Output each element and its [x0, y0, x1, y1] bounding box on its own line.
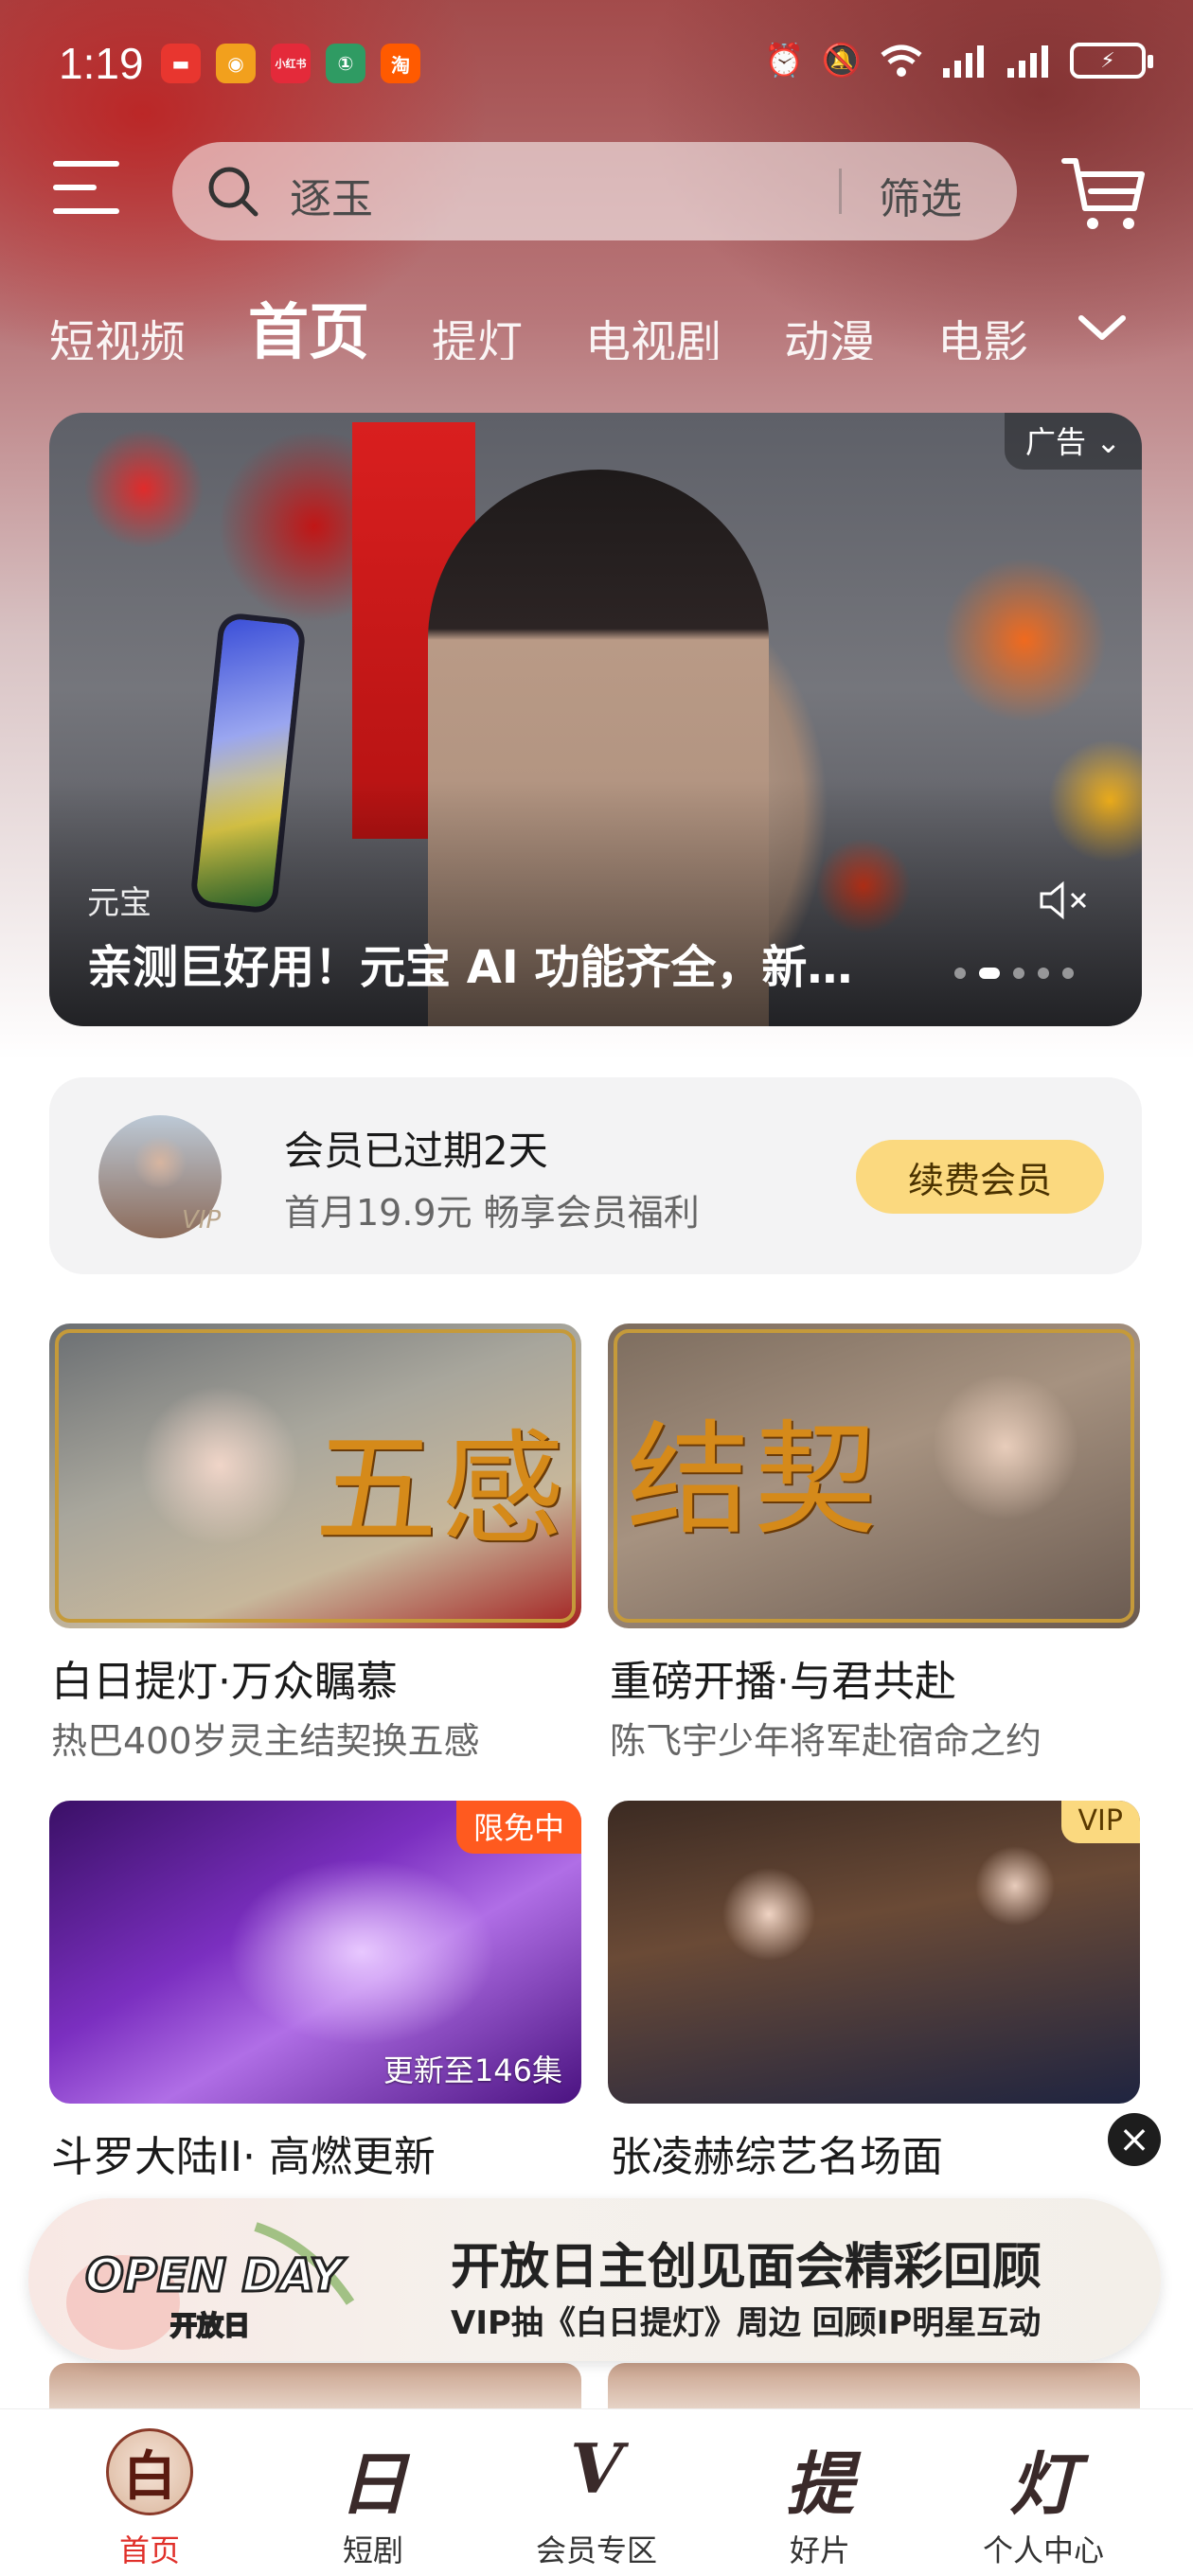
nav-label: 短剧 [342, 2532, 403, 2568]
membership-status: 会员已过期2天 [284, 1128, 548, 1174]
card-title: 斗罗大陆II· 高燃更新 [51, 2133, 436, 2181]
content-card[interactable]: 结契 重磅开播·与君共赴 陈飞宇少年将军赴宿命之约 [608, 1324, 1140, 1762]
promo-banner[interactable]: 广告 ⌄ 元宝 亲测巨好用！元宝 AI 功能齐全，新… [49, 413, 1142, 1026]
green-app-icon: ① [326, 44, 365, 83]
renew-membership-button[interactable]: 续费会员 [856, 1140, 1104, 1214]
card-thumbnail: 五感 [49, 1324, 581, 1628]
status-indicators: ⏰ 🔕 ⚡ [764, 42, 1153, 80]
search-bar[interactable]: 逐玉 筛选 [172, 142, 1017, 240]
card-title: 张凌赫综艺名场面 [610, 2133, 943, 2181]
carousel-dots [954, 968, 1074, 979]
banner-source: 元宝 [87, 884, 151, 922]
nav-label: 个人中心 [982, 2532, 1104, 2568]
tab-tv-series[interactable]: 电视剧 [585, 305, 721, 360]
signal-icon-1 [943, 45, 984, 78]
tab-home[interactable]: 首页 [248, 284, 369, 360]
filter-button[interactable]: 筛选 [879, 165, 962, 225]
vip-badge: VIP [1060, 1801, 1140, 1843]
nav-profile[interactable]: 灯 个人中心 [949, 2409, 1138, 2576]
svg-text:OPEN DAY: OPEN DAY [85, 2249, 347, 2302]
tab-anime[interactable]: 动漫 [784, 305, 875, 360]
open-day-title: 开放日主创见面会精彩回顾 [451, 2239, 1042, 2296]
nav-label: 会员专区 [535, 2532, 657, 2568]
card-thumbnail: 限免中 更新至146集 [49, 1801, 581, 2104]
content-card[interactable]: 限免中 更新至146集 斗罗大陆II· 高燃更新 [49, 1801, 581, 2181]
wifi-icon [881, 44, 922, 77]
nav-vip-zone[interactable]: V 会员专区 [502, 2409, 691, 2576]
episode-info: 更新至146集 [383, 2052, 562, 2088]
vip-mark: VIP [182, 1206, 222, 1235]
nav-label: 首页 [118, 2532, 180, 2568]
ad-label[interactable]: 广告 ⌄ [1005, 413, 1142, 470]
menu-icon[interactable] [53, 161, 119, 214]
weibo-icon: ◉ [216, 44, 256, 83]
search-divider [839, 169, 842, 214]
taobao-icon: 淘 [381, 44, 420, 83]
nav-home[interactable]: 白 首页 [55, 2409, 244, 2576]
card-title: 白日提灯·万众瞩慕 [51, 1658, 398, 1706]
nav-short-drama[interactable]: 日 短剧 [278, 2409, 468, 2576]
alarm-icon: ⏰ [764, 42, 805, 80]
card-art-text: 五感 [314, 1417, 569, 1561]
tab-movie[interactable]: 电影 [937, 305, 1028, 360]
card-art-text: 结契 [627, 1408, 881, 1552]
card-thumbnail: VIP [608, 1801, 1140, 2104]
chevron-down-icon[interactable] [1074, 299, 1131, 356]
content-card[interactable]: 五感 白日提灯·万众瞩慕 热巴400岁灵主结契换五感 [49, 1324, 581, 1762]
card-thumbnail: 结契 [608, 1324, 1140, 1628]
content-card[interactable]: VIP 张凌赫综艺名场面 [608, 1801, 1140, 2181]
close-icon[interactable]: × [1108, 2113, 1161, 2166]
signal-icon-2 [1007, 45, 1048, 78]
open-day-subtitle: VIP抽《白日提灯》周边 回顾IP明星互动 [451, 2304, 1042, 2342]
card-title: 重磅开播·与君共赴 [610, 1658, 956, 1706]
red-app-icon: ▬ [161, 44, 201, 83]
card-thumbnail-partial[interactable] [49, 2363, 581, 2408]
battery-icon: ⚡ [1070, 43, 1153, 79]
card-subtitle: 热巴400岁灵主结契换五感 [51, 1720, 480, 1762]
search-icon [208, 167, 258, 217]
category-tabs: 短视频 首页 提灯 电视剧 动漫 电影 [49, 284, 1053, 360]
membership-card[interactable]: VIP 会员已过期2天 首月19.9元 畅享会员福利 续费会员 [49, 1077, 1142, 1274]
card-subtitle: 陈飞宇少年将军赴宿命之约 [610, 1720, 1042, 1762]
good-films-icon: 提 [785, 2443, 854, 2524]
tab-tideng[interactable]: 提灯 [432, 305, 523, 360]
vip-zone-icon: V [570, 2428, 623, 2509]
status-bar: 1:19 ▬ ◉ 小红书 ① 淘 ⏰ 🔕 ⚡ [0, 38, 1193, 98]
xiaohongshu-icon: 小红书 [271, 44, 311, 83]
search-input[interactable]: 逐玉 [290, 165, 373, 225]
mute-bell-icon: 🔕 [821, 42, 862, 80]
profile-icon: 灯 [1008, 2443, 1077, 2524]
mute-icon[interactable] [1036, 877, 1093, 924]
nav-label: 好片 [789, 2532, 850, 2568]
card-thumbnail-partial[interactable] [608, 2363, 1140, 2408]
membership-offer: 首月19.9元 畅享会员福利 [284, 1192, 700, 1234]
home-icon: 白 [106, 2428, 193, 2515]
bottom-navigation: 白 首页 日 短剧 V 会员专区 提 好片 灯 个人中心 [0, 2408, 1193, 2576]
status-time: 1:19 [59, 39, 144, 88]
banner-title: 亲测巨好用！元宝 AI 功能齐全，新… [87, 941, 853, 994]
open-day-logo: OPEN DAY 开放日 [66, 2222, 355, 2350]
svg-text:开放日: 开放日 [170, 2310, 250, 2341]
free-badge: 限免中 [455, 1801, 581, 1854]
cart-icon[interactable] [1059, 150, 1149, 235]
short-drama-icon: 日 [338, 2443, 407, 2524]
nav-good-films[interactable]: 提 好片 [725, 2409, 915, 2576]
tab-short-video[interactable]: 短视频 [49, 305, 186, 360]
open-day-banner[interactable]: OPEN DAY 开放日 开放日主创见面会精彩回顾 VIP抽《白日提灯》周边 回… [28, 2198, 1161, 2361]
